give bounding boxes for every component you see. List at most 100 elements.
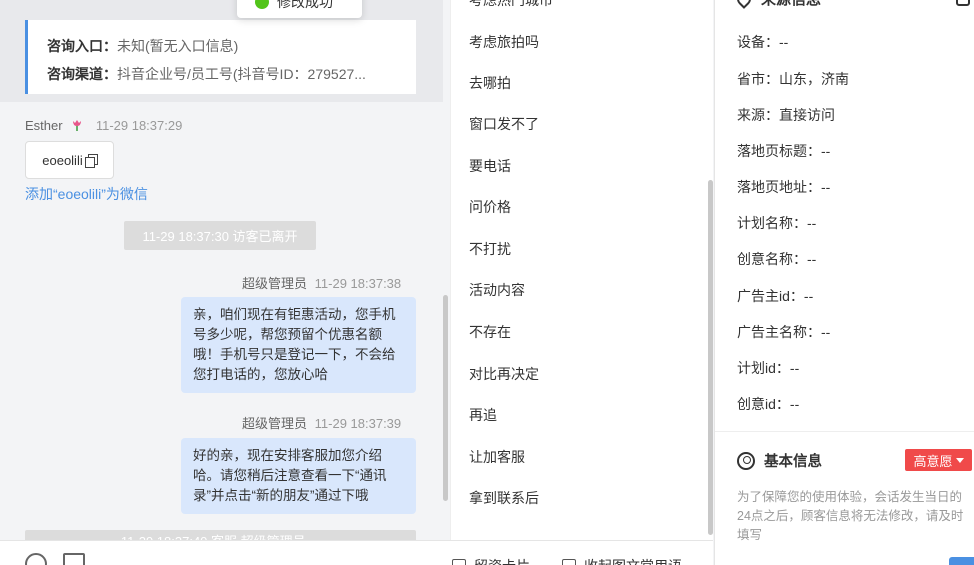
field-value: -- (821, 324, 831, 340)
visitor-name: Esther (25, 118, 63, 133)
field-label: 来源： (737, 107, 779, 123)
channel-value: 抖音企业号/员工号(抖音号ID：279527... (117, 66, 366, 82)
chat-panel: 咨询入口：未知(暂无入口信息) 咨询渠道：抖音企业号/员工号(抖音号ID：279… (0, 0, 450, 540)
visitor-meta: Esther 11-29 18:37:29 (25, 118, 182, 133)
entry-value: 未知(暂无入口信息) (117, 38, 239, 54)
phrase-scrollbar[interactable] (708, 180, 713, 535)
phrase-item[interactable]: 对比再决定 (469, 364, 539, 384)
collapse-icon (562, 559, 576, 565)
field-value: 直接访问 (779, 107, 835, 123)
basic-info-header: 基本信息 (737, 450, 822, 471)
source-card: 咨询入口：未知(暂无入口信息) 咨询渠道：抖音企业号/员工号(抖音号ID：279… (25, 20, 416, 94)
field-value: -- (821, 179, 831, 195)
phrase-item[interactable]: 问价格 (469, 197, 511, 217)
field-label: 设备： (737, 34, 779, 50)
field-value: -- (789, 360, 800, 376)
basic-info-title: 基本信息 (764, 454, 822, 470)
section-divider (715, 431, 974, 432)
wechat-id: eoeolili (42, 152, 83, 168)
intent-label: 高意愿 (913, 453, 953, 469)
phrase-item[interactable]: 去哪拍 (469, 73, 511, 93)
field-plan-id: 计划id：-- (737, 358, 799, 378)
phrase-item[interactable]: 不存在 (469, 322, 511, 342)
field-value: -- (807, 251, 817, 267)
check-circle-icon (255, 0, 269, 9)
message-meta: 超级管理员 11-29 18:37:39 (242, 413, 401, 432)
caret-down-icon (955, 457, 964, 463)
sender-name: 超级管理员 (242, 416, 308, 431)
field-value: -- (821, 143, 831, 159)
channel-label: 咨询渠道： (47, 66, 117, 82)
field-source: 来源：直接访问 (737, 105, 835, 125)
emoji-icon[interactable] (25, 553, 47, 565)
copy-icon[interactable] (84, 154, 98, 168)
field-creative-id: 创意id：-- (737, 394, 799, 414)
phrase-item[interactable]: 考虑旅拍吗 (469, 32, 539, 52)
phrase-item[interactable]: 活动内容 (469, 280, 525, 300)
chat-workbench: 咨询入口：未知(暂无入口信息) 咨询渠道：抖音企业号/员工号(抖音号ID：279… (0, 0, 974, 565)
field-label: 广告主id： (737, 288, 804, 304)
field-creative-name: 创意名称：-- (737, 249, 816, 269)
image-icon[interactable] (63, 553, 85, 565)
user-circle-icon (737, 451, 755, 470)
sender-name: 超级管理员 (242, 276, 308, 291)
collect-tool-label: 收起图文常用语 (584, 556, 682, 565)
field-label: 省市： (737, 71, 779, 87)
phrase-item[interactable]: 考虑热门城市 (469, 0, 553, 10)
phrase-item[interactable]: 拿到联系后 (469, 488, 539, 508)
intent-dropdown[interactable]: 高意愿 (905, 449, 972, 471)
source-info-header: 来源信息 (734, 0, 821, 9)
location-icon (734, 0, 754, 9)
field-label: 创意名称： (737, 251, 807, 267)
edit-policy-note: 为了保障您的使用体验，会话发生当日的24点之后，顾客信息将无法修改，请及时填写 (737, 490, 964, 542)
message-time: 11-29 18:37:39 (314, 416, 402, 431)
success-toast: 修改成功 (237, 0, 362, 18)
field-label: 计划名称： (737, 215, 807, 231)
card-tool[interactable]: 留资卡片 (452, 556, 530, 565)
field-value: -- (803, 288, 814, 304)
field-region: 省市：山东，济南 (737, 69, 849, 89)
card-tool-label: 留资卡片 (474, 556, 530, 565)
phrase-item[interactable]: 不打扰 (469, 239, 511, 259)
customer-info-panel: 来源信息 设备：-- 省市：山东，济南 来源：直接访问 落地页标题：-- 落地页… (714, 0, 974, 565)
field-landing-url: 落地页地址：-- (737, 177, 830, 197)
field-label: 计划id： (737, 360, 790, 376)
card-icon (452, 559, 466, 565)
phrase-item[interactable]: 窗口发不了 (469, 114, 539, 134)
visitor-time: 11-29 18:37:29 (95, 118, 183, 133)
message-meta: 超级管理员 11-29 18:37:38 (242, 273, 401, 292)
field-advertiser-id: 广告主id：-- (737, 286, 813, 306)
collect-tool[interactable]: 收起图文常用语 (562, 556, 682, 565)
field-value: -- (779, 34, 789, 50)
field-value: 山东，济南 (779, 71, 849, 87)
wechat-id-card[interactable]: eoeolili (25, 141, 114, 179)
add-wechat-link[interactable]: 添加“eoeolili”为微信 (25, 184, 148, 204)
phrase-item[interactable]: 让加客服 (469, 447, 525, 467)
field-label: 落地页标题： (737, 143, 821, 159)
field-plan-name: 计划名称：-- (737, 213, 816, 233)
entry-label: 咨询入口： (47, 38, 117, 54)
toast-text: 修改成功 (277, 0, 333, 10)
field-value: -- (789, 396, 800, 412)
message-bubble: 好的亲，现在安排客服加您介绍哈。请您稍后注意查看一下“通讯录”并点击“新的朋友”… (181, 438, 416, 514)
message-bubble: 亲，咱们现在有钜惠活动，您手机号多少呢，帮您预留个优惠名额哦！手机号只是登记一下… (181, 297, 416, 393)
edit-icon[interactable] (956, 0, 970, 6)
system-message: 11-29 18:37:30 访客已离开 (124, 221, 316, 250)
phrase-item[interactable]: 再追 (469, 405, 497, 425)
message-time: 11-29 18:37:38 (314, 276, 402, 291)
field-landing-title: 落地页标题：-- (737, 141, 830, 161)
field-label: 创意id： (737, 396, 790, 412)
field-label: 广告主名称： (737, 324, 821, 340)
field-device: 设备：-- (737, 32, 788, 52)
system-message-partial: 11-29 18:37:40 客服 超级管理员 ... (25, 530, 416, 540)
field-label: 落地页地址： (737, 179, 821, 195)
source-info-title: 来源信息 (761, 0, 821, 9)
floating-action-button[interactable] (949, 557, 974, 565)
quick-phrase-list: 考虑热门城市 考虑旅拍吗 去哪拍 窗口发不了 要电话 问价格 不打扰 活动内容 … (450, 0, 713, 540)
field-advertiser-name: 广告主名称：-- (737, 322, 830, 342)
field-value: -- (807, 215, 817, 231)
chat-toolbar: 留资卡片 收起图文常用语 (0, 540, 713, 565)
chat-scrollbar[interactable] (443, 295, 448, 501)
tulip-icon (73, 120, 82, 131)
phrase-item[interactable]: 要电话 (469, 156, 511, 176)
